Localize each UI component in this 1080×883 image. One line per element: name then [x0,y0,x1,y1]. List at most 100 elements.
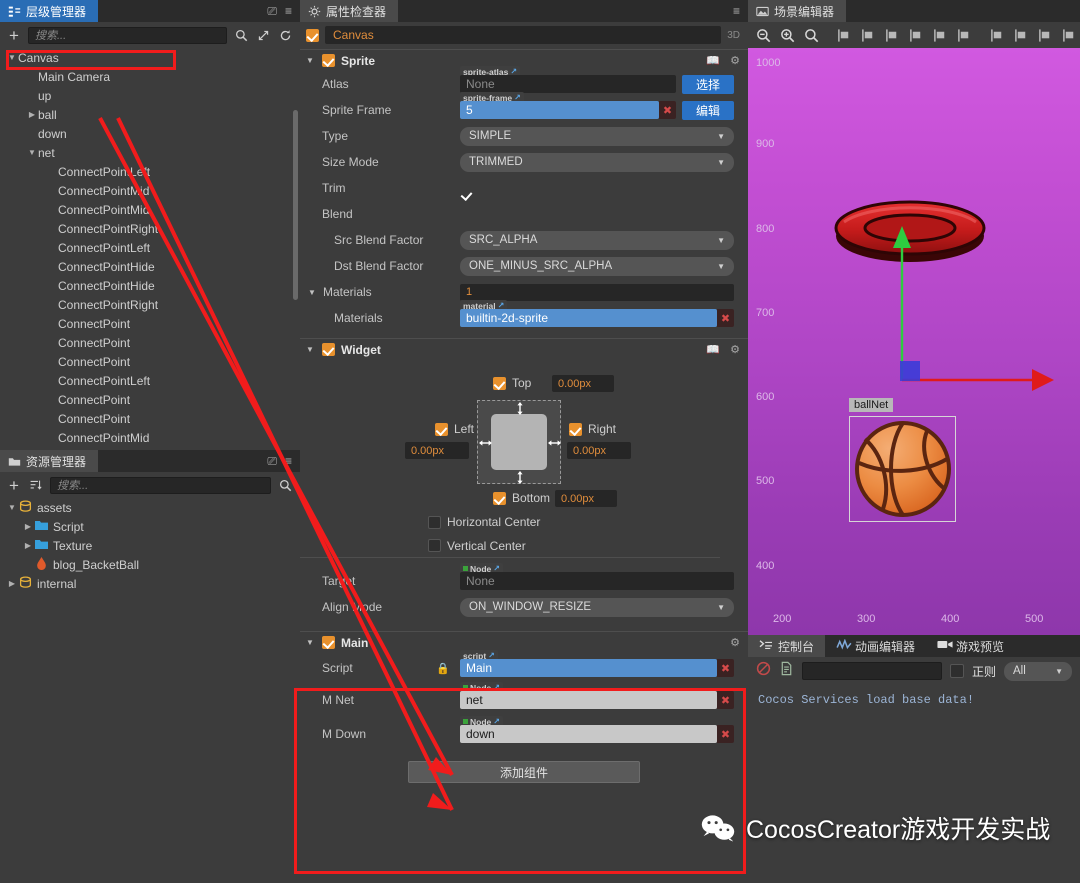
hierarchy-item-up[interactable]: ▶up [0,86,300,105]
hierarchy-item-connectpointhide[interactable]: ▶ConnectPointHide [0,276,300,295]
file-icon[interactable] [779,661,794,681]
sort-icon[interactable] [28,478,43,493]
align-vcenter-icon[interactable] [1014,28,1029,43]
chevron-down-icon[interactable]: ▼ [306,638,316,647]
console-tab-animation[interactable]: 动画编辑器 [825,635,926,657]
align-right-icon[interactable] [885,28,900,43]
chevron-down-icon[interactable]: ▼ [306,56,316,65]
add-component-button[interactable]: 添加组件 [408,761,640,783]
asset-item-texture[interactable]: ▶ Texture [0,536,300,555]
hierarchy-item-connectpointleft[interactable]: ▶ConnectPointLeft [0,371,300,390]
menu-icon[interactable]: ≡ [733,4,740,18]
chevron-right-icon[interactable]: ▶ [6,579,18,588]
hierarchy-item-connectpoint[interactable]: ▶ConnectPoint [0,333,300,352]
menu-icon[interactable]: ≡ [285,4,292,18]
search-icon[interactable] [234,28,249,43]
tab-scene[interactable]: 场景编辑器 [748,0,847,22]
m-net-value-field[interactable]: net [460,691,717,709]
search-icon[interactable] [278,478,293,493]
asset-item-blog_backetball[interactable]: ▶blog_BacketBall [0,555,300,574]
node-enabled-checkbox[interactable] [306,28,319,42]
size-mode-dropdown[interactable]: TRIMMED ▼ [460,152,734,172]
dst-blend-dropdown[interactable]: ONE_MINUS_SRC_ALPHA ▼ [460,256,734,276]
console-tab-preview[interactable]: 游戏预览 [926,635,1015,657]
assets-tree[interactable]: ▼assets▶Script▶Texture▶blog_BacketBall▶i… [0,498,300,883]
chevron-right-icon[interactable]: ▶ [26,110,38,119]
sprite-frame-value-field[interactable]: 5 [460,101,659,119]
type-dropdown[interactable]: SIMPLE ▼ [460,126,734,146]
add-asset-button[interactable]: + [7,477,21,494]
widget-top-checkbox[interactable] [493,376,506,390]
help-icon[interactable]: 📖 [706,54,720,67]
hierarchy-item-connectpoint[interactable]: ▶ConnectPoint [0,390,300,409]
asset-item-assets[interactable]: ▼ assets [0,498,300,517]
scene-viewport[interactable]: 1000 900 800 700 600 500 400 200 300 400… [748,48,1080,635]
widget-top-value-field[interactable]: 0.00px [552,375,614,392]
zoom-out-icon[interactable] [756,28,771,43]
widget-bottom-checkbox[interactable] [493,491,506,505]
align-bottom-icon[interactable] [1038,28,1053,43]
material-value-field[interactable]: builtin-2d-sprite [460,309,717,327]
chevron-down-icon[interactable]: ▼ [26,148,38,157]
chevron-down-icon[interactable]: ▼ [6,53,18,62]
sprite-frame-edit-button[interactable]: 编辑 [682,100,734,120]
transform-gizmo[interactable] [748,48,1080,635]
atlas-value-field[interactable]: None [460,75,676,93]
hierarchy-item-connectpointleft[interactable]: ▶ConnectPointLeft [0,238,300,257]
atlas-select-button[interactable]: 选择 [682,74,734,94]
menu-icon[interactable]: ≡ [285,454,292,468]
help-icon[interactable]: 📖 [706,343,720,356]
3d-toggle[interactable]: 3D [727,30,740,41]
widget-left-checkbox[interactable] [435,422,448,436]
widget-right-checkbox[interactable] [569,422,582,436]
basketball-image[interactable] [853,419,953,519]
hierarchy-item-connectpointmid[interactable]: ▶ConnectPointMid [0,200,300,219]
hierarchy-search-input[interactable]: 搜索... [28,26,227,44]
hierarchy-tree[interactable]: ▼Canvas▶Main Camera▶up▶ball▶down▼net▶Con… [0,48,300,450]
chevron-down-icon[interactable]: ▼ [306,345,316,354]
src-blend-dropdown[interactable]: SRC_ALPHA ▼ [460,230,734,250]
hierarchy-item-connectpoint[interactable]: ▶ConnectPoint [0,352,300,371]
clear-sprite-frame-button[interactable]: ✖ [659,101,676,119]
chevron-right-icon[interactable]: ▶ [22,541,34,550]
hierarchy-item-down[interactable]: ▶down [0,124,300,143]
link-icon[interactable]: ⎚ [267,4,277,19]
clear-material-button[interactable]: ✖ [717,309,734,327]
align-top-icon[interactable] [990,28,1005,43]
component-header-widget[interactable]: ▼ Widget 📖 ⚙ [300,338,748,360]
console-tab-console[interactable]: 控制台 [748,635,826,657]
widget-right-value-field[interactable]: 0.00px [567,442,631,459]
align-left-icon[interactable] [837,28,852,43]
materials-count-field[interactable]: 1 [460,283,734,301]
hierarchy-item-net[interactable]: ▼ net [0,143,300,162]
component-header-sprite[interactable]: ▼ Sprite 📖 ⚙ [300,49,748,71]
clear-m-net-button[interactable]: ✖ [717,691,734,709]
dist-left-icon[interactable] [909,28,924,43]
link-icon[interactable]: ⎚ [267,454,277,469]
widget-left-value-field[interactable]: 0.00px [405,442,469,459]
hierarchy-item-main camera[interactable]: ▶Main Camera [0,67,300,86]
component-header-main[interactable]: ▼ Main ⚙ [300,631,748,653]
gear-icon[interactable]: ⚙ [730,636,740,649]
assets-search-input[interactable]: 搜索... [50,476,271,494]
zoom-reset-icon[interactable] [804,28,819,43]
chevron-down-icon[interactable]: ▼ [308,288,318,297]
dist-right-icon[interactable] [957,28,972,43]
align-mode-dropdown[interactable]: ON_WINDOW_RESIZE ▼ [460,597,734,617]
align-hcenter-icon[interactable] [861,28,876,43]
log-level-dropdown[interactable]: All ▼ [1004,661,1072,681]
tab-hierarchy[interactable]: 层级管理器 [0,0,99,22]
asset-item-script[interactable]: ▶ Script [0,517,300,536]
widget-enabled-checkbox[interactable] [322,343,335,356]
hierarchy-item-canvas[interactable]: ▼ Canvas [0,48,300,67]
zoom-in-icon[interactable] [780,28,795,43]
hierarchy-item-connectpointmid[interactable]: ▶ConnectPointMid [0,428,300,447]
hierarchy-item-connectpoint[interactable]: ▶ConnectPoint [0,314,300,333]
clear-m-down-button[interactable]: ✖ [717,725,734,743]
chevron-down-icon[interactable]: ▼ [6,503,18,512]
console-filter-input[interactable] [802,662,942,680]
dist-hcenter-icon[interactable] [933,28,948,43]
hierarchy-item-connectpointright[interactable]: ▶ConnectPointRight [0,219,300,238]
hierarchy-item-connectpointmid[interactable]: ▶ConnectPointMid [0,181,300,200]
regex-checkbox[interactable] [949,664,964,678]
